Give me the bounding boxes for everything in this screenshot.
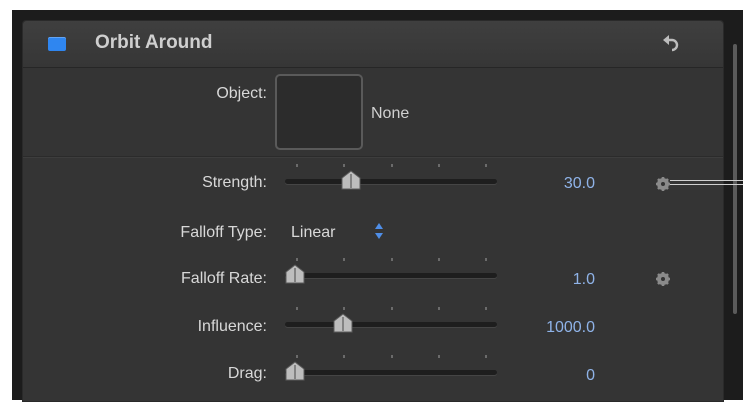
slider-tick: [296, 307, 298, 310]
slider-tick: [485, 164, 487, 167]
slider-track: [285, 370, 497, 375]
slider-tick: [438, 355, 440, 358]
slider-tick: [438, 307, 440, 310]
slider-thumb[interactable]: [341, 170, 361, 190]
slider-thumb[interactable]: [285, 264, 305, 284]
panel-header[interactable]: Orbit Around: [23, 21, 723, 68]
slider-tick: [391, 355, 393, 358]
drag-value[interactable]: 0: [586, 367, 595, 385]
callout-line: [670, 180, 743, 185]
slider-tick: [343, 355, 345, 358]
slider-track: [285, 273, 497, 278]
gear-icon[interactable]: [655, 271, 671, 287]
falloff-type-label: Falloff Type:: [180, 224, 267, 241]
falloff-rate-label: Falloff Rate:: [181, 270, 267, 287]
slider-tick: [296, 258, 298, 261]
scrollbar[interactable]: [733, 44, 737, 314]
strength-value[interactable]: 30.0: [564, 175, 595, 193]
object-label: Object:: [216, 85, 267, 102]
slider-tick: [438, 258, 440, 261]
drag-label: Drag:: [227, 365, 267, 382]
influence-value[interactable]: 1000.0: [546, 319, 595, 337]
behavior-panel: Orbit Around Object: None Strength: 30.0…: [22, 20, 724, 402]
enable-checkbox[interactable]: [48, 37, 66, 51]
slider-tick: [391, 307, 393, 310]
slider-tick: [485, 307, 487, 310]
falloff-rate-slider[interactable]: [285, 257, 499, 287]
strength-label: Strength:: [202, 174, 267, 191]
object-well[interactable]: [275, 74, 363, 150]
falloff-type-popup[interactable]: Linear: [291, 224, 335, 242]
falloff-rate-value[interactable]: 1.0: [573, 271, 595, 289]
slider-tick: [343, 307, 345, 310]
gear-icon[interactable]: [655, 176, 671, 192]
drag-slider[interactable]: [285, 354, 499, 384]
slider-track: [285, 179, 497, 184]
object-value: None: [371, 105, 410, 122]
influence-label: Influence:: [197, 318, 267, 335]
slider-thumb[interactable]: [333, 313, 353, 333]
reset-arrow-icon[interactable]: [661, 33, 681, 55]
slider-tick: [485, 258, 487, 261]
slider-tick: [296, 164, 298, 167]
slider-tick: [485, 355, 487, 358]
slider-track: [285, 322, 497, 327]
influence-slider[interactable]: [285, 306, 499, 336]
behavior-title: Orbit Around: [95, 32, 213, 53]
slider-tick: [296, 355, 298, 358]
slider-tick: [391, 258, 393, 261]
divider: [23, 156, 723, 158]
popup-arrows-icon[interactable]: [374, 222, 384, 240]
slider-thumb[interactable]: [285, 361, 305, 381]
slider-tick: [343, 258, 345, 261]
slider-tick: [343, 164, 345, 167]
slider-tick: [438, 164, 440, 167]
slider-tick: [391, 164, 393, 167]
strength-slider[interactable]: [285, 163, 499, 193]
